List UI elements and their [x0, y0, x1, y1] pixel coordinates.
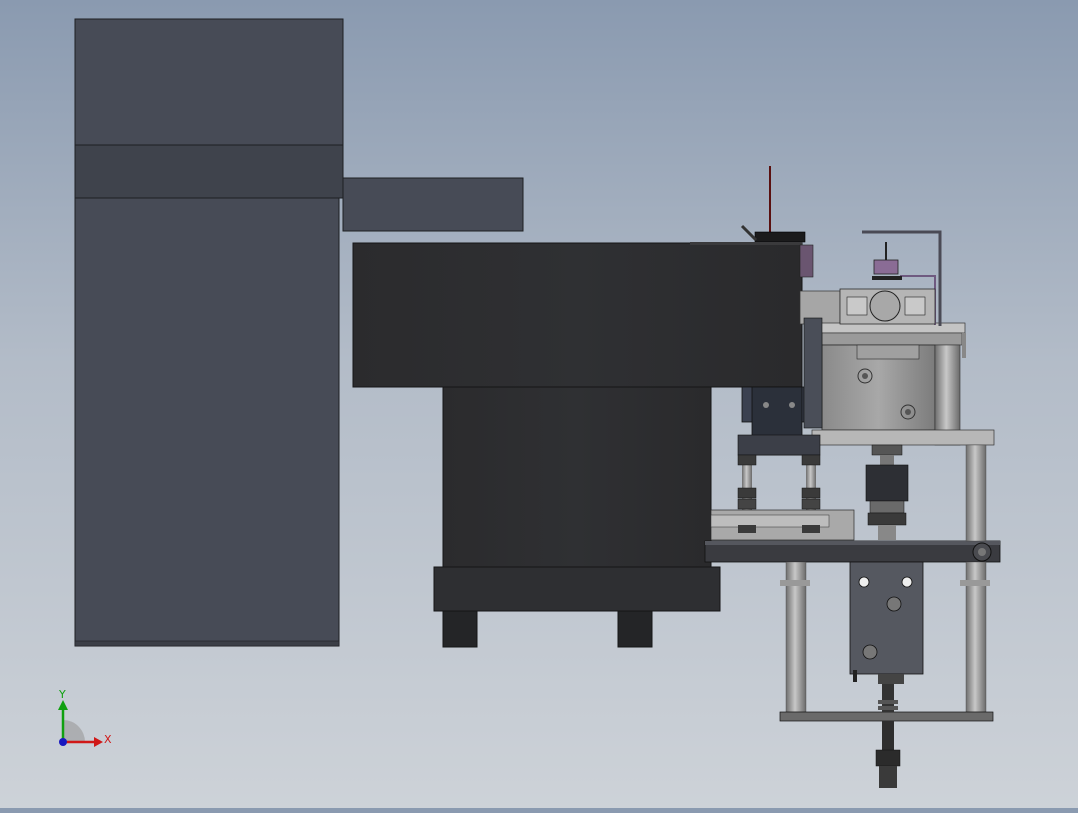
hopper-bowl: [352, 242, 803, 648]
y-axis-label: Y: [59, 688, 66, 701]
cabinet-housing: [74, 18, 344, 647]
cad-model-drawing: [58, 18, 1001, 788]
x-axis-label: X: [104, 733, 112, 746]
cad-viewport[interactable]: X Y: [0, 0, 1078, 808]
z-axis-point: [59, 738, 67, 746]
axis-triad: [58, 700, 103, 747]
feed-chute: [342, 177, 524, 232]
